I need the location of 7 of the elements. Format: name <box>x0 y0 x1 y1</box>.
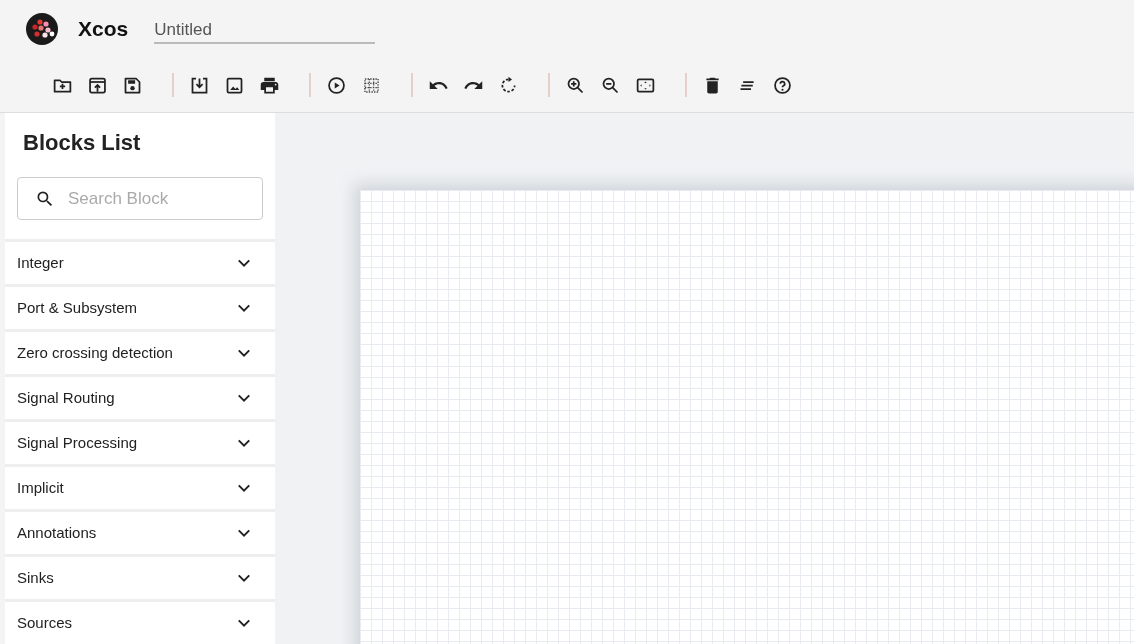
logo-icon <box>26 13 58 45</box>
play-icon <box>326 74 347 96</box>
sidebar-title: Blocks List <box>22 129 142 157</box>
help-icon <box>772 74 793 96</box>
search-field[interactable]: Search Block <box>17 177 263 220</box>
app-name: Xcos <box>78 16 129 43</box>
title-field[interactable]: Untitled <box>154 14 376 44</box>
